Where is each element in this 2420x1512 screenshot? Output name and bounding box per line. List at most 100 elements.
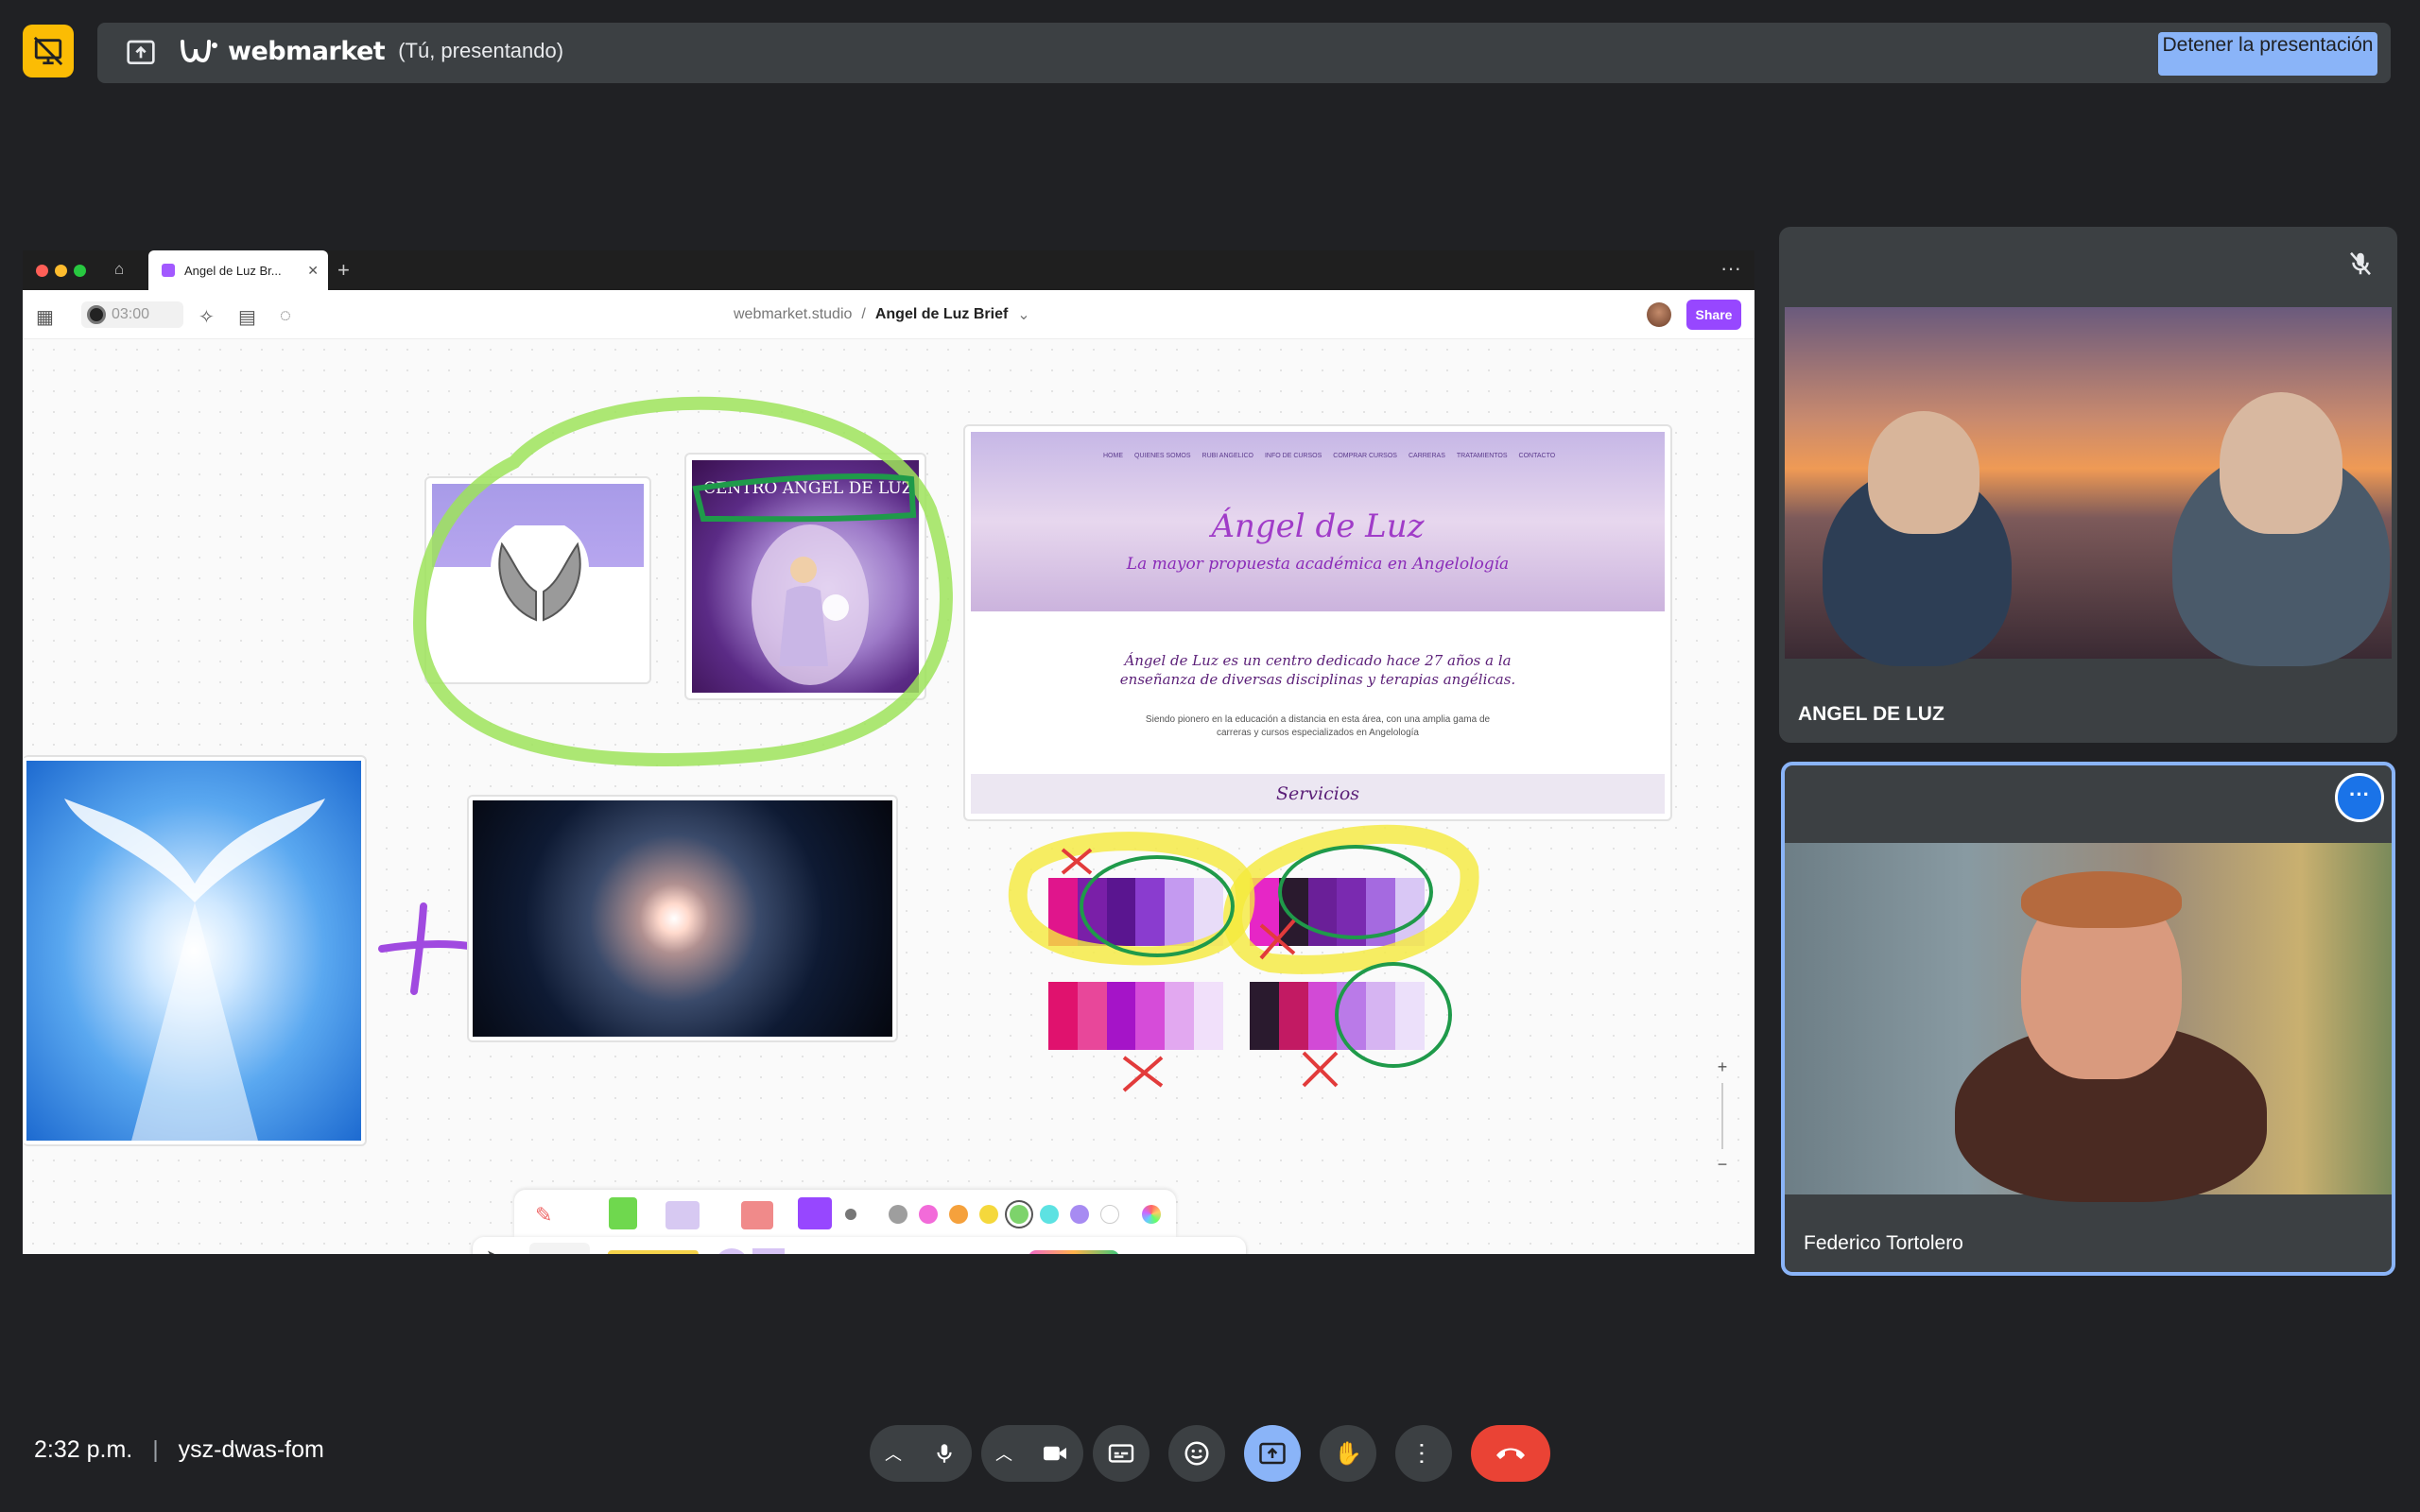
thickness-small-icon[interactable] [845, 1209, 856, 1220]
minimize-window-icon[interactable] [55, 265, 67, 277]
comment-icon[interactable]: ◌ [280, 305, 291, 327]
app-toolbar: ▦ 03:00 ✧ ▤ ◌ webmarket.studio / Angel d… [23, 290, 1754, 339]
whiteboard-canvas[interactable]: CENTRO ÁNGEL DE LUZ HOME QUIENES SOMOS R… [23, 339, 1754, 1254]
call-controls: ︿ ︿ ✋ ··· [870, 1425, 1550, 1482]
widgets-icon[interactable] [1028, 1250, 1119, 1254]
highlighter-tool-icon[interactable] [609, 1197, 637, 1229]
participant-face [2220, 392, 2342, 534]
color-toolbar: ✎ [514, 1190, 1176, 1237]
hang-up-icon [1496, 1448, 1525, 1459]
close-tab-icon[interactable]: ✕ [307, 263, 319, 279]
meeting-info: 2:32 p.m. | ysz-dwas-fom [34, 1436, 324, 1464]
green-circle-annotation [412, 396, 953, 766]
main-menu-icon[interactable]: ▦ [36, 305, 54, 329]
zoom-in-icon[interactable]: + [1709, 1057, 1736, 1077]
brand-name: webmarket [228, 36, 386, 66]
thickness-large-icon[interactable] [798, 1197, 832, 1229]
participant-tile-active[interactable]: ··· Federico Tortolero [1781, 762, 2395, 1276]
participant-name: Federico Tortolero [1804, 1232, 1963, 1254]
camera-icon[interactable] [1041, 1442, 1069, 1465]
timer-icon [87, 305, 106, 324]
more-icon[interactable]: ··· [1720, 256, 1741, 281]
brand-logo: webmarket (Tú, presentando) [179, 36, 563, 66]
chevron-down-icon[interactable]: ⌄ [1017, 305, 1029, 324]
green-circle-palette-1 [1080, 855, 1235, 957]
sticky-note-icon[interactable] [601, 1250, 700, 1254]
eraser-tool-icon[interactable] [741, 1201, 773, 1229]
green-circle-palette-4 [1335, 962, 1452, 1068]
more-options-button[interactable]: ··· [2335, 773, 2384, 822]
raise-hand-button[interactable]: ✋ [1320, 1425, 1376, 1482]
color-swatch[interactable] [1100, 1205, 1119, 1224]
more-options-button[interactable]: ··· [1395, 1425, 1452, 1482]
shared-screen: ⌂ Angel de Luz Br... ✕ + ··· ▦ 03:00 ✧ ▤… [23, 250, 1754, 1254]
breadcrumb-workspace[interactable]: webmarket.studio [734, 306, 852, 323]
mic-button-group[interactable]: ︿ [870, 1425, 972, 1482]
shape-circle-icon[interactable] [715, 1248, 749, 1254]
participant-video [1785, 843, 2392, 1202]
breadcrumb-separator: / [861, 306, 866, 322]
browser-tabbar: ⌂ Angel de Luz Br... ✕ + ··· [23, 250, 1754, 290]
zoom-out-icon[interactable]: − [1709, 1155, 1736, 1175]
presenting-bar: webmarket (Tú, presentando) Detener la p… [97, 23, 2391, 83]
camera-button-group[interactable]: ︿ [981, 1425, 1083, 1482]
participant-tile[interactable]: ANGEL DE LUZ [1779, 227, 2397, 743]
meeting-time: 2:32 p.m. [34, 1436, 133, 1463]
chevron-up-icon[interactable]: ︿ [885, 1441, 902, 1466]
present-screen-icon [1259, 1442, 1286, 1465]
more-vert-icon: ··· [1409, 1441, 1438, 1466]
meeting-code[interactable]: ysz-dwas-fom [179, 1436, 324, 1463]
custom-color-icon[interactable] [1142, 1205, 1161, 1224]
ai-sparkle-icon[interactable]: ✧ [199, 305, 215, 329]
chevron-up-icon[interactable]: ︿ [995, 1441, 1012, 1466]
captions-icon [1108, 1444, 1134, 1463]
present-screen-icon [127, 40, 155, 64]
present-button[interactable] [1244, 1425, 1301, 1482]
pen-tools-tray[interactable] [529, 1243, 590, 1254]
shape-square-icon[interactable] [752, 1248, 785, 1254]
emoji-icon [1184, 1441, 1209, 1466]
participant-hair [2021, 871, 2182, 928]
zoom-control[interactable]: + − [1709, 1057, 1736, 1174]
close-window-icon[interactable] [36, 265, 48, 277]
yellow-highlight-annotation-2 [1223, 824, 1479, 974]
annotation-layer [412, 396, 1479, 1092]
presenting-badge[interactable] [23, 25, 74, 77]
browser-tab[interactable]: Angel de Luz Br... ✕ [148, 250, 328, 290]
webmarket-logo-icon [181, 40, 217, 63]
presenting-status: (Tú, presentando) [398, 39, 564, 62]
color-swatch[interactable] [919, 1205, 938, 1224]
figjam-favicon-icon [162, 264, 175, 277]
stop-presenting-button[interactable]: Detener la presentación [2158, 32, 2377, 76]
home-icon[interactable]: ⌂ [114, 260, 124, 279]
color-swatch[interactable] [949, 1205, 968, 1224]
participant-name: ANGEL DE LUZ [1798, 703, 1945, 725]
washi-tape-icon[interactable] [666, 1201, 700, 1229]
timer[interactable]: 03:00 [81, 301, 183, 328]
reactions-button[interactable] [1168, 1425, 1225, 1482]
color-swatch[interactable] [979, 1205, 998, 1224]
divider: | [152, 1436, 159, 1463]
zoom-slider[interactable] [1721, 1083, 1723, 1149]
participant-face [1868, 411, 1979, 534]
color-swatch[interactable] [1040, 1205, 1059, 1224]
green-circle-palette-2 [1278, 845, 1433, 939]
layout-icon[interactable]: ▤ [238, 305, 256, 329]
color-swatch[interactable] [1070, 1205, 1089, 1224]
participant-video [1785, 307, 2392, 666]
move-tool-icon[interactable]: ➤ [486, 1246, 500, 1254]
red-cross-annotation [1122, 1056, 1164, 1092]
share-button[interactable]: Share [1686, 300, 1741, 330]
captions-button[interactable] [1093, 1425, 1150, 1482]
hand-icon: ✋ [1334, 1440, 1362, 1467]
red-cross-annotation [1259, 919, 1296, 960]
color-swatch[interactable] [889, 1205, 908, 1224]
marker-tool-icon[interactable]: ✎ [535, 1203, 552, 1228]
new-tab-icon[interactable]: + [337, 258, 350, 283]
maximize-window-icon[interactable] [74, 265, 86, 277]
avatar[interactable] [1647, 302, 1671, 327]
breadcrumb-file[interactable]: Angel de Luz Brief [875, 306, 1008, 323]
end-call-button[interactable] [1471, 1425, 1550, 1482]
color-swatch-selected[interactable] [1010, 1205, 1028, 1224]
mic-icon[interactable] [932, 1440, 957, 1467]
